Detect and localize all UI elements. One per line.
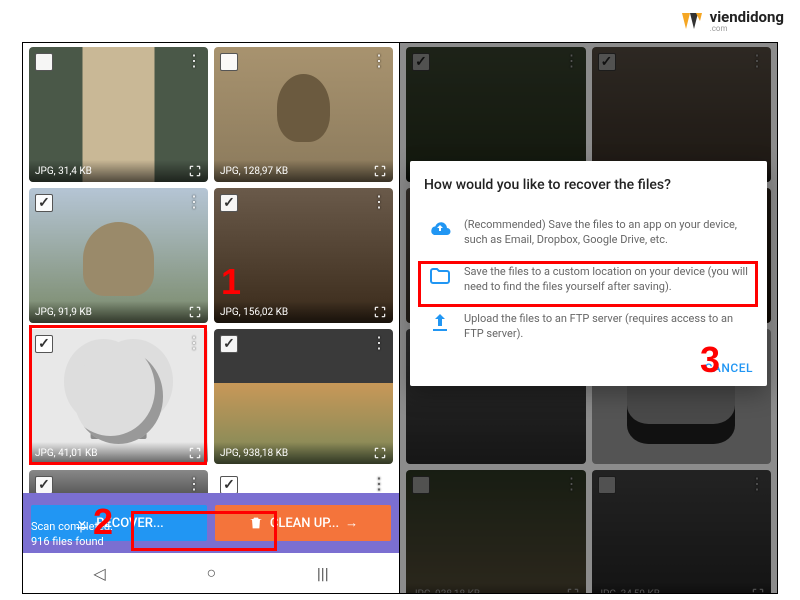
- expand-icon[interactable]: [188, 164, 202, 178]
- select-checkbox[interactable]: [220, 476, 238, 494]
- thumbnail-item[interactable]: ⋮ JPG, 91,9 KB: [29, 188, 208, 323]
- thumb-menu-icon[interactable]: ⋮: [371, 474, 387, 493]
- brand-logo-icon: [680, 9, 704, 33]
- thumb-label: JPG, 128,97 KB: [220, 166, 288, 177]
- thumb-menu-icon[interactable]: ⋮: [186, 474, 202, 493]
- thumb-menu-icon[interactable]: ⋮: [186, 192, 202, 211]
- recover-dialog: How would you like to recover the files?…: [410, 161, 767, 386]
- expand-icon[interactable]: [373, 305, 387, 319]
- thumb-caption: Sốc vãi mèo: [90, 427, 147, 439]
- thumbnail-item[interactable]: ⋮ Sốc vãi mèo JPG, 41,01 KB: [29, 329, 208, 464]
- nav-home-icon[interactable]: ○: [206, 563, 216, 583]
- thumb-menu-icon[interactable]: ⋮: [371, 51, 387, 70]
- cleanup-label: CLEAN UP...: [270, 516, 339, 531]
- thumb-menu-icon[interactable]: ⋮: [186, 51, 202, 70]
- arrow-right-icon: →: [345, 515, 358, 531]
- left-pane: ⋮ JPG, 31,4 KB ⋮ JPG, 128,97 KB ⋮ JPG, 9…: [23, 43, 400, 593]
- select-checkbox[interactable]: [35, 335, 53, 353]
- thumb-menu-icon[interactable]: ⋮: [371, 333, 387, 352]
- thumbnail-item[interactable]: ⋮ JPG, 156,02 KB: [214, 188, 393, 323]
- option-local[interactable]: Save the files to a custom location on y…: [424, 256, 753, 303]
- nav-back-icon[interactable]: ◁: [93, 564, 105, 583]
- option-ftp[interactable]: Upload the files to an FTP server (requi…: [424, 303, 753, 350]
- thumb-label: JPG, 31,4 KB: [35, 166, 92, 177]
- screenshot-container: ⋮ JPG, 31,4 KB ⋮ JPG, 128,97 KB ⋮ JPG, 9…: [22, 42, 778, 594]
- select-checkbox[interactable]: [35, 194, 53, 212]
- option-local-text: Save the files to a custom location on y…: [464, 264, 749, 295]
- expand-icon[interactable]: [188, 446, 202, 460]
- select-checkbox[interactable]: [220, 194, 238, 212]
- cloud-upload-icon: [428, 217, 452, 241]
- thumbnail-item[interactable]: ⋮ JPG, 31,4 KB: [29, 47, 208, 182]
- thumb-label: JPG, 41,01 KB: [35, 448, 98, 459]
- cleanup-button[interactable]: CLEAN UP... →: [215, 505, 391, 541]
- thumb-label: JPG, 91,9 KB: [35, 307, 92, 318]
- select-checkbox[interactable]: [220, 53, 238, 71]
- thumbnail-item[interactable]: ⋮ JPG, 128,97 KB: [214, 47, 393, 182]
- expand-icon[interactable]: [188, 305, 202, 319]
- expand-icon[interactable]: [373, 446, 387, 460]
- option-ftp-text: Upload the files to an FTP server (requi…: [464, 311, 749, 342]
- trash-icon: [248, 515, 264, 531]
- right-pane: ⋮JPG, 31,4 KB ⋮JPG, 128,06 KB ⋮ ⋮ ⋮ ⋮ ⋮J…: [400, 43, 777, 593]
- option-cloud-text: (Recommended) Save the files to an app o…: [464, 217, 749, 248]
- thumb-menu-icon[interactable]: ⋮: [371, 192, 387, 211]
- upload-icon: [428, 311, 452, 335]
- select-checkbox[interactable]: [35, 476, 53, 494]
- cancel-button[interactable]: CANCEL: [705, 361, 753, 375]
- recover-button[interactable]: RECOVER...: [31, 505, 207, 541]
- download-icon: [74, 515, 90, 531]
- expand-icon[interactable]: [373, 164, 387, 178]
- brand-logo-area: viendidong .com: [680, 8, 784, 33]
- thumbnail-grid[interactable]: ⋮ JPG, 31,4 KB ⋮ JPG, 128,97 KB ⋮ JPG, 9…: [23, 43, 399, 507]
- recover-label: RECOVER...: [96, 516, 164, 531]
- android-nav-bar: ◁ ○ |||: [23, 553, 399, 593]
- option-cloud[interactable]: (Recommended) Save the files to an app o…: [424, 209, 753, 256]
- thumb-label: JPG, 156,02 KB: [220, 307, 288, 318]
- dialog-title: How would you like to recover the files?: [424, 177, 753, 193]
- select-checkbox[interactable]: [220, 335, 238, 353]
- action-bar: RECOVER... CLEAN UP... →: [23, 493, 399, 553]
- thumb-menu-icon[interactable]: ⋮: [186, 333, 202, 352]
- thumbnail-item[interactable]: ⋮ JPG, 938,18 KB: [214, 329, 393, 464]
- thumb-label: JPG, 938,18 KB: [220, 448, 288, 459]
- select-checkbox[interactable]: [35, 53, 53, 71]
- folder-icon: [428, 264, 452, 288]
- nav-recents-icon[interactable]: |||: [317, 564, 329, 583]
